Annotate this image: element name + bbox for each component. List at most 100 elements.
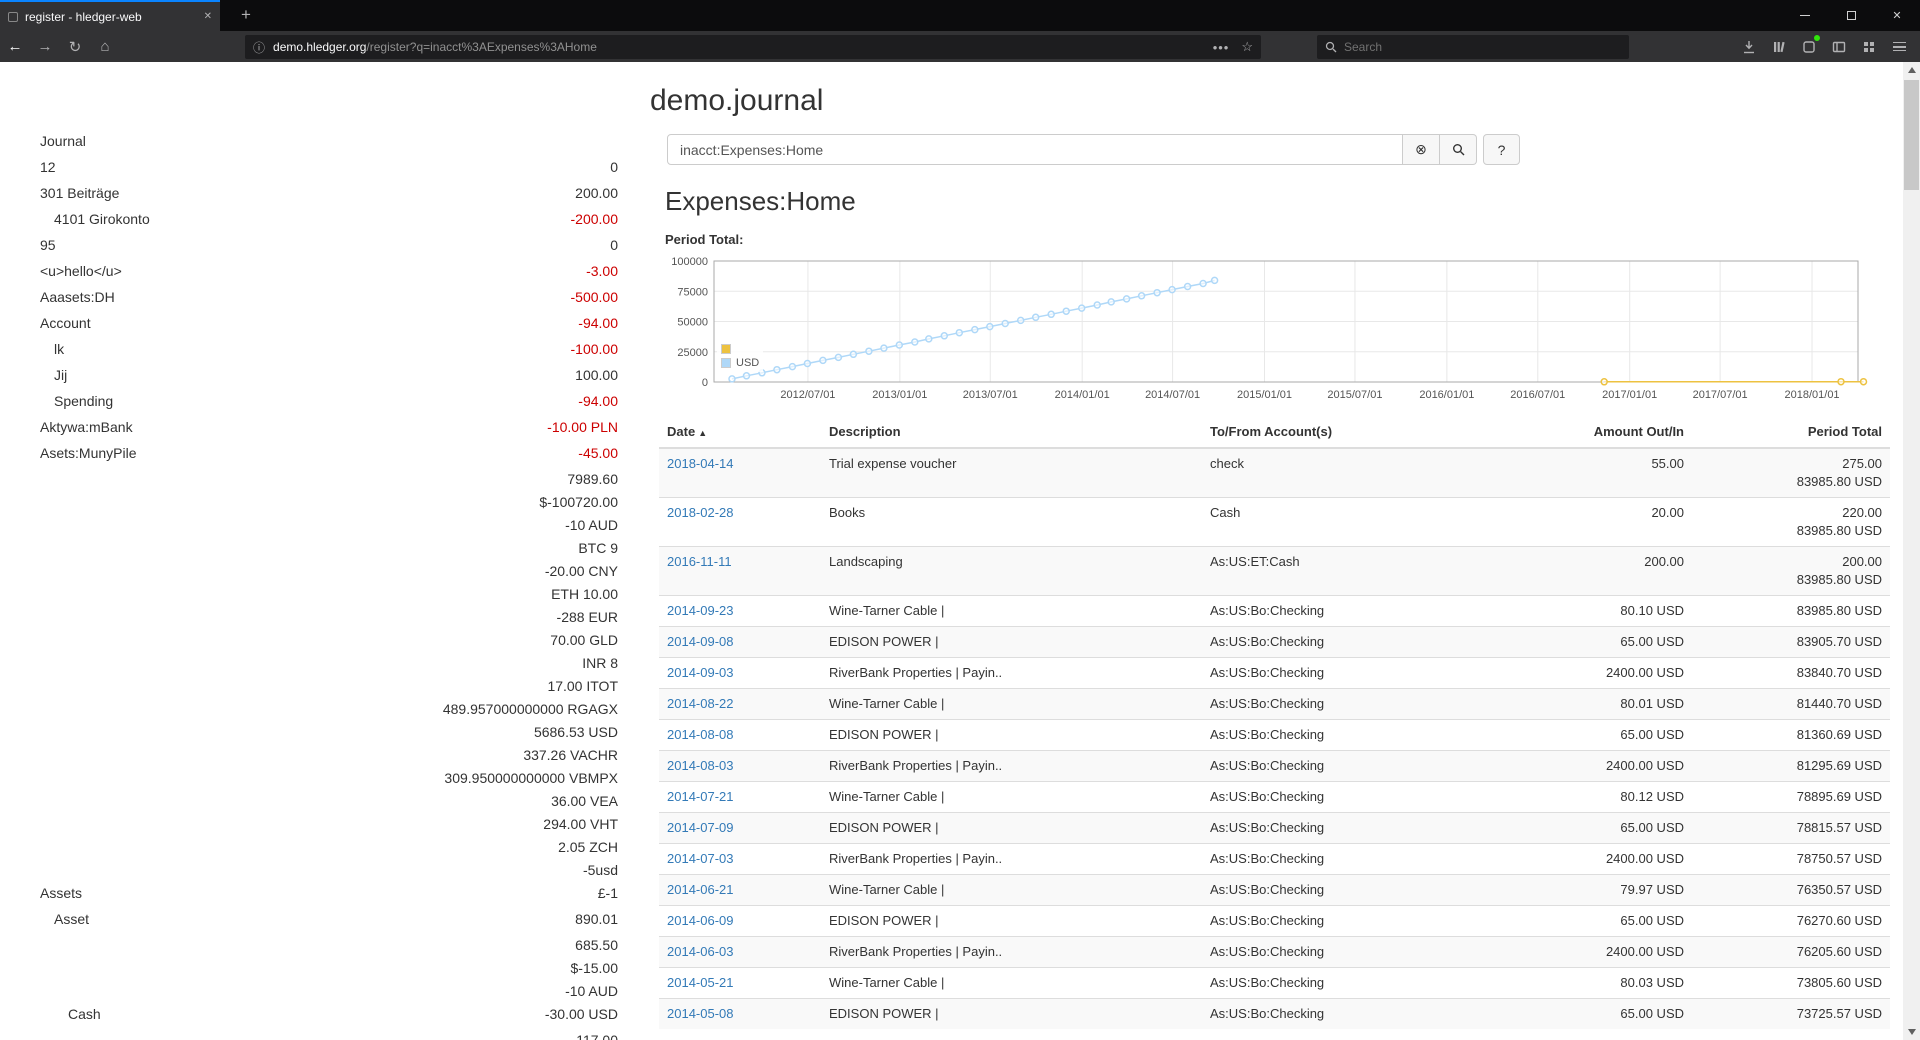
date-cell: 2014-09-03 bbox=[659, 658, 821, 689]
forward-button[interactable]: → bbox=[30, 38, 60, 55]
account-balances: -45.00 bbox=[578, 442, 618, 465]
sidebar-journal-link[interactable]: Journal bbox=[40, 130, 618, 153]
back-button[interactable]: ← bbox=[0, 38, 30, 55]
transaction-date-link[interactable]: 2014-07-21 bbox=[667, 789, 734, 804]
sidebar-account-link[interactable]: Assets bbox=[40, 882, 82, 905]
column-header: Description bbox=[821, 416, 1202, 448]
transaction-date-link[interactable]: 2014-06-03 bbox=[667, 944, 734, 959]
page-content: demo.journal Journal 120301 Beiträge200.… bbox=[0, 62, 1903, 1040]
transaction-date-link[interactable]: 2014-07-03 bbox=[667, 851, 734, 866]
browser-tab[interactable]: register - hledger-web ✕ bbox=[0, 0, 220, 31]
clear-query-button[interactable]: ⊗ bbox=[1403, 134, 1440, 165]
date-cell: 2018-04-14 bbox=[659, 448, 821, 498]
window-close-button[interactable]: ✕ bbox=[1874, 0, 1920, 31]
sidebar-account-link[interactable]: Spending bbox=[40, 390, 113, 413]
transaction-date-link[interactable]: 2014-08-22 bbox=[667, 696, 734, 711]
account-balances: 0 bbox=[610, 156, 618, 179]
transaction-date-link[interactable]: 2014-08-08 bbox=[667, 727, 734, 742]
site-info-icon[interactable]: ⓘ bbox=[253, 39, 265, 56]
amount-cell: 2400.00 USD bbox=[1532, 844, 1692, 875]
account-balances: -200.00 bbox=[571, 208, 618, 231]
bookmark-star-icon[interactable]: ☆ bbox=[1241, 39, 1253, 55]
sidebar-account-link[interactable]: 4101 Girokonto bbox=[40, 208, 150, 231]
sidebar-account-link[interactable]: Cash bbox=[40, 1003, 101, 1026]
period-total-cell: 73725.57 USD bbox=[1692, 999, 1890, 1030]
menu-icon[interactable] bbox=[1884, 31, 1914, 62]
transaction-date-link[interactable]: 2014-07-09 bbox=[667, 820, 734, 835]
browser-titlebar: register - hledger-web ✕ + ✕ bbox=[0, 0, 1920, 31]
description-cell: RiverBank Properties | Payin.. bbox=[821, 844, 1202, 875]
window-minimize-button[interactable] bbox=[1782, 0, 1828, 31]
page-scrollbar[interactable] bbox=[1903, 62, 1920, 1040]
amount-cell: 2400.00 USD bbox=[1532, 937, 1692, 968]
sidebar-account-link[interactable]: Asets:MunyPile bbox=[40, 442, 136, 465]
table-row: 2018-02-28BooksCash20.00220.0083985.80 U… bbox=[659, 498, 1890, 547]
description-cell: Wine-Tarner Cable | bbox=[821, 875, 1202, 906]
period-total-line: 81440.70 USD bbox=[1700, 695, 1882, 713]
query-input[interactable] bbox=[667, 134, 1403, 165]
transaction-date-link[interactable]: 2018-02-28 bbox=[667, 505, 734, 520]
transaction-date-link[interactable]: 2018-04-14 bbox=[667, 456, 734, 471]
window-controls: ✕ bbox=[1782, 0, 1920, 31]
sidebar-account-link[interactable]: Aaasets:DH bbox=[40, 286, 115, 309]
transaction-date-link[interactable]: 2014-09-03 bbox=[667, 665, 734, 680]
new-tab-button[interactable]: + bbox=[232, 0, 260, 31]
search-button[interactable] bbox=[1440, 134, 1477, 165]
transaction-date-link[interactable]: 2014-05-08 bbox=[667, 1006, 734, 1021]
transaction-date-link[interactable]: 2014-05-21 bbox=[667, 975, 734, 990]
apps-grid-icon[interactable] bbox=[1854, 31, 1884, 62]
scrollbar-thumb[interactable] bbox=[1904, 80, 1919, 190]
account-balance: 890.01 bbox=[575, 908, 618, 931]
url-path: /register?q=inacct%3AExpenses%3AHome bbox=[366, 40, 596, 54]
description-cell: RiverBank Properties | Payin.. bbox=[821, 658, 1202, 689]
transaction-date-link[interactable]: 2014-09-08 bbox=[667, 634, 734, 649]
transaction-date-link[interactable]: 2014-08-03 bbox=[667, 758, 734, 773]
transaction-date-link[interactable]: 2016-11-11 bbox=[667, 554, 732, 569]
period-total-chart[interactable]: 02500050000750001000002012/07/012013/01/… bbox=[667, 248, 1882, 418]
account-cell: As:US:Bo:Checking bbox=[1202, 720, 1532, 751]
period-total-cell: 83905.70 USD bbox=[1692, 627, 1890, 658]
url-bar[interactable]: ⓘ demo.hledger.org /register?q=inacct%3A… bbox=[245, 35, 1261, 59]
download-icon[interactable] bbox=[1734, 31, 1764, 62]
amount-cell: 80.12 USD bbox=[1532, 782, 1692, 813]
transaction-date-link[interactable]: 2014-09-23 bbox=[667, 603, 734, 618]
chart-title: Period Total: bbox=[665, 232, 743, 247]
date-cell: 2014-09-23 bbox=[659, 596, 821, 627]
library-icon[interactable] bbox=[1764, 31, 1794, 62]
sidebar-account-link[interactable]: 95 bbox=[40, 234, 56, 257]
period-total-cell: 220.0083985.80 USD bbox=[1692, 498, 1890, 547]
register-heading: Expenses:Home bbox=[665, 186, 856, 217]
period-total-line: 73725.57 USD bbox=[1700, 1005, 1882, 1023]
sidebar-toggle-icon[interactable] bbox=[1824, 31, 1854, 62]
sidebar-account-link[interactable]: lk bbox=[40, 338, 64, 361]
account-balance: -200.00 bbox=[571, 208, 618, 231]
tab-close-icon[interactable]: ✕ bbox=[204, 11, 212, 22]
sidebar-account-link[interactable]: 301 Beiträge bbox=[40, 182, 119, 205]
column-header[interactable]: Date▲ bbox=[659, 416, 821, 448]
scroll-down-icon[interactable] bbox=[1903, 1024, 1920, 1040]
sidebar-account-link[interactable]: Jij bbox=[40, 364, 67, 387]
account-balances: 0 bbox=[610, 234, 618, 257]
sidebar-account-link[interactable]: 12 bbox=[40, 156, 56, 179]
sidebar-account-link[interactable]: Asset bbox=[40, 908, 89, 931]
svg-text:2013/07/01: 2013/07/01 bbox=[963, 389, 1018, 401]
sidebar-account-link[interactable]: Aktywa:mBank bbox=[40, 416, 133, 439]
help-button[interactable]: ? bbox=[1483, 134, 1520, 165]
transaction-date-link[interactable]: 2014-06-21 bbox=[667, 882, 734, 897]
scroll-up-icon[interactable] bbox=[1903, 62, 1920, 78]
svg-text:50000: 50000 bbox=[677, 317, 708, 329]
reload-button[interactable]: ↻ bbox=[60, 38, 90, 56]
browser-search-field[interactable]: Search bbox=[1317, 35, 1629, 59]
table-row: 2014-09-08EDISON POWER |As:US:Bo:Checkin… bbox=[659, 627, 1890, 658]
account-balance: 309.950000000000 VBMPX bbox=[444, 767, 618, 790]
description-cell: RiverBank Properties | Payin.. bbox=[821, 751, 1202, 782]
home-button[interactable]: ⌂ bbox=[90, 38, 120, 55]
sidebar-account-link[interactable]: Account bbox=[40, 312, 91, 335]
extension-icon[interactable] bbox=[1794, 31, 1824, 62]
account-balances: 685.50$-15.00-10 AUD-30.00 USD bbox=[545, 934, 618, 1026]
page-actions-icon[interactable]: ••• bbox=[1213, 40, 1230, 55]
transaction-date-link[interactable]: 2014-06-09 bbox=[667, 913, 734, 928]
window-maximize-button[interactable] bbox=[1828, 0, 1874, 31]
account-cell: As:US:Bo:Checking bbox=[1202, 875, 1532, 906]
sidebar-account-link[interactable]: <u>hello</u> bbox=[40, 260, 122, 283]
